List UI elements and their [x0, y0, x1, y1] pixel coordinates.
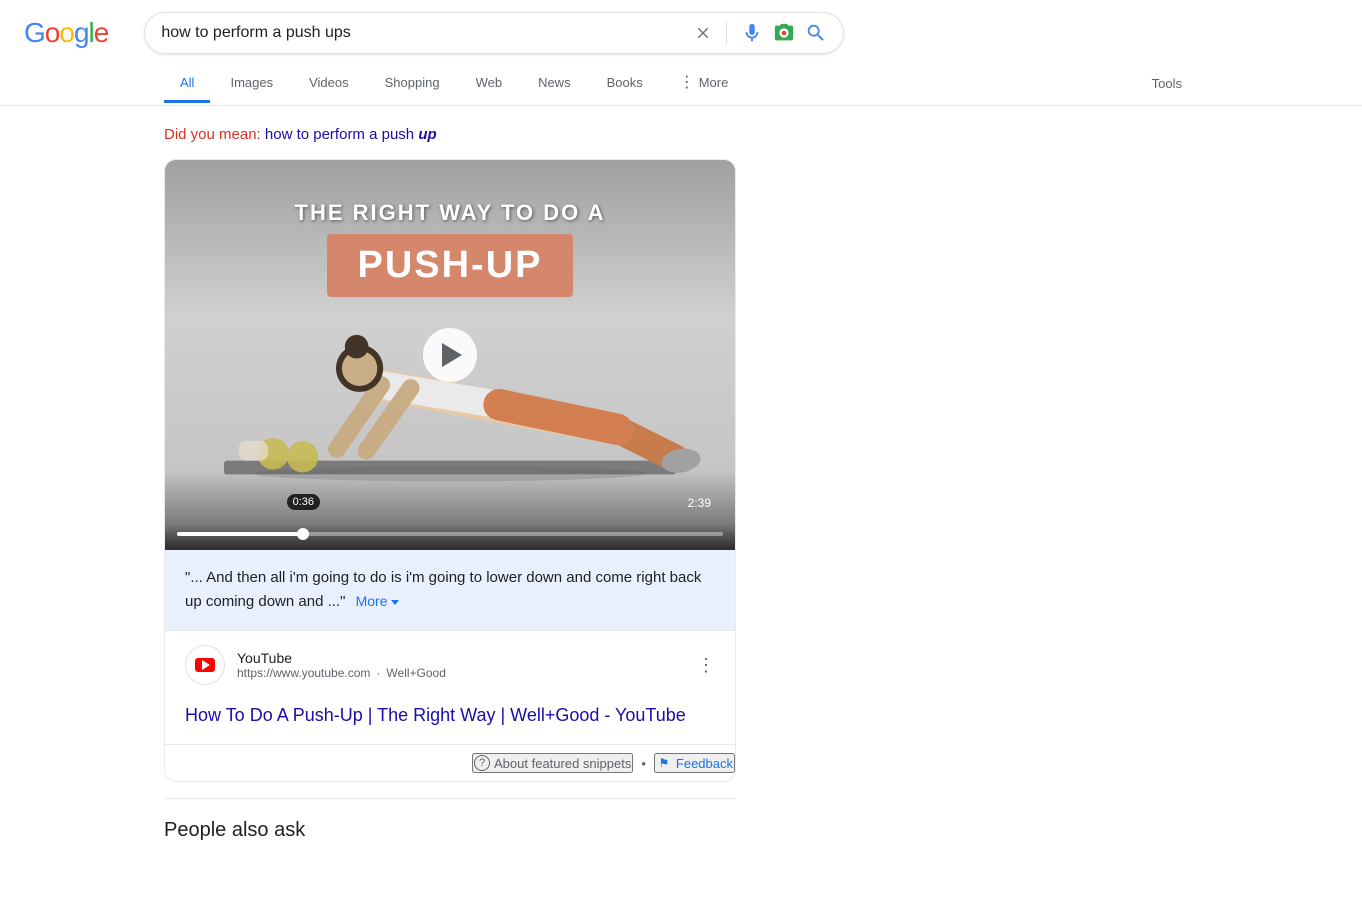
tab-tools[interactable]: Tools	[1136, 66, 1198, 101]
camera-icon	[773, 22, 795, 44]
search-bar	[144, 12, 844, 54]
source-info: YouTube https://www.youtube.com · Well+G…	[237, 650, 685, 680]
nav-tabs: All Images Videos Shopping Web News Book…	[0, 54, 1362, 106]
search-input[interactable]	[161, 24, 684, 42]
search-button[interactable]	[805, 22, 827, 44]
microphone-button[interactable]	[741, 22, 763, 44]
logo-letter-e: e	[94, 17, 109, 48]
snippet-text-area: "... And then all i'm going to do is i'm…	[165, 550, 735, 630]
source-icon	[185, 645, 225, 685]
about-snippets-label: About featured snippets	[494, 756, 631, 771]
people-also-ask-heading: People also ask	[164, 819, 305, 841]
tab-videos[interactable]: Videos	[293, 65, 365, 103]
microphone-icon	[741, 22, 763, 44]
progress-bar[interactable]: 0:36 2:39	[177, 532, 723, 536]
clear-button[interactable]	[694, 24, 712, 42]
tab-web[interactable]: Web	[460, 65, 519, 103]
tab-more[interactable]: ⋮ More	[663, 62, 745, 105]
progress-fill	[177, 532, 303, 536]
video-progress: 0:36 2:39	[165, 524, 735, 550]
featured-snippet-card: THE RIGHT WAY TO DO A PUSH-UP	[164, 159, 736, 782]
play-button[interactable]	[423, 328, 477, 382]
feedback-icon: ⚑	[656, 755, 672, 771]
logo-letter-o2: o	[59, 17, 74, 48]
result-link[interactable]: How To Do A Push-Up | The Right Way | We…	[185, 705, 686, 725]
source-url: https://www.youtube.com	[237, 666, 370, 680]
logo-letter-g2: g	[74, 17, 89, 48]
snippet-more-button[interactable]: More	[356, 593, 399, 609]
tab-books[interactable]: Books	[591, 65, 659, 103]
dot-separator: •	[641, 756, 646, 771]
vertical-divider	[726, 21, 727, 45]
camera-button[interactable]	[773, 22, 795, 44]
play-icon	[442, 343, 462, 367]
chevron-down-icon	[391, 600, 399, 605]
close-icon	[694, 24, 712, 42]
search-icon	[805, 22, 827, 44]
dym-label: Did you mean:	[164, 126, 261, 143]
source-row: YouTube https://www.youtube.com · Well+G…	[165, 630, 735, 699]
source-menu-button[interactable]: ⋮	[697, 655, 715, 676]
header: Google	[0, 0, 1362, 54]
pushup-svg	[165, 280, 735, 490]
tab-images[interactable]: Images	[214, 65, 289, 103]
snippet-text: "... And then all i'm going to do is i'm…	[185, 569, 701, 610]
main-content: Did you mean: how to perform a push up T…	[0, 106, 900, 872]
youtube-play-icon	[202, 660, 210, 670]
tab-all[interactable]: All	[164, 65, 210, 103]
source-channel: Well+Good	[386, 666, 445, 680]
time-current-badge: 0:36	[287, 494, 320, 510]
bottom-partial: People also ask	[164, 798, 736, 852]
three-dots-icon: ⋮	[679, 72, 695, 92]
pushup-illustration-container	[165, 280, 735, 500]
about-snippets-row: ? About featured snippets • ⚑ Feedback	[165, 744, 735, 781]
google-logo: Google	[24, 17, 108, 49]
feedback-button[interactable]: ⚑ Feedback	[654, 753, 735, 773]
about-featured-snippets-button[interactable]: ? About featured snippets	[472, 753, 633, 773]
help-circle-icon: ?	[474, 755, 490, 771]
logo-letter-o1: o	[45, 17, 60, 48]
source-separator: ·	[376, 666, 380, 680]
dym-link[interactable]: how to perform a push up	[265, 126, 437, 143]
video-thumbnail[interactable]: THE RIGHT WAY TO DO A PUSH-UP	[165, 160, 735, 550]
result-link-row: How To Do A Push-Up | The Right Way | We…	[165, 699, 735, 744]
tab-shopping[interactable]: Shopping	[369, 65, 456, 103]
did-you-mean: Did you mean: how to perform a push up	[164, 126, 736, 143]
youtube-icon	[195, 658, 215, 672]
time-total-label: 2:39	[688, 496, 711, 510]
logo-letter-g: G	[24, 17, 45, 48]
source-name: YouTube	[237, 650, 685, 666]
dym-link-bold: up	[418, 126, 436, 143]
feedback-label: Feedback	[676, 756, 733, 771]
source-url-row: https://www.youtube.com · Well+Good	[237, 666, 685, 680]
progress-thumb	[297, 528, 309, 540]
dym-link-text: how to perform a push	[265, 126, 414, 143]
source-menu-dots-icon: ⋮	[697, 655, 715, 676]
tab-news[interactable]: News	[522, 65, 587, 103]
search-container	[144, 12, 844, 54]
video-title-top: THE RIGHT WAY TO DO A	[295, 200, 606, 226]
